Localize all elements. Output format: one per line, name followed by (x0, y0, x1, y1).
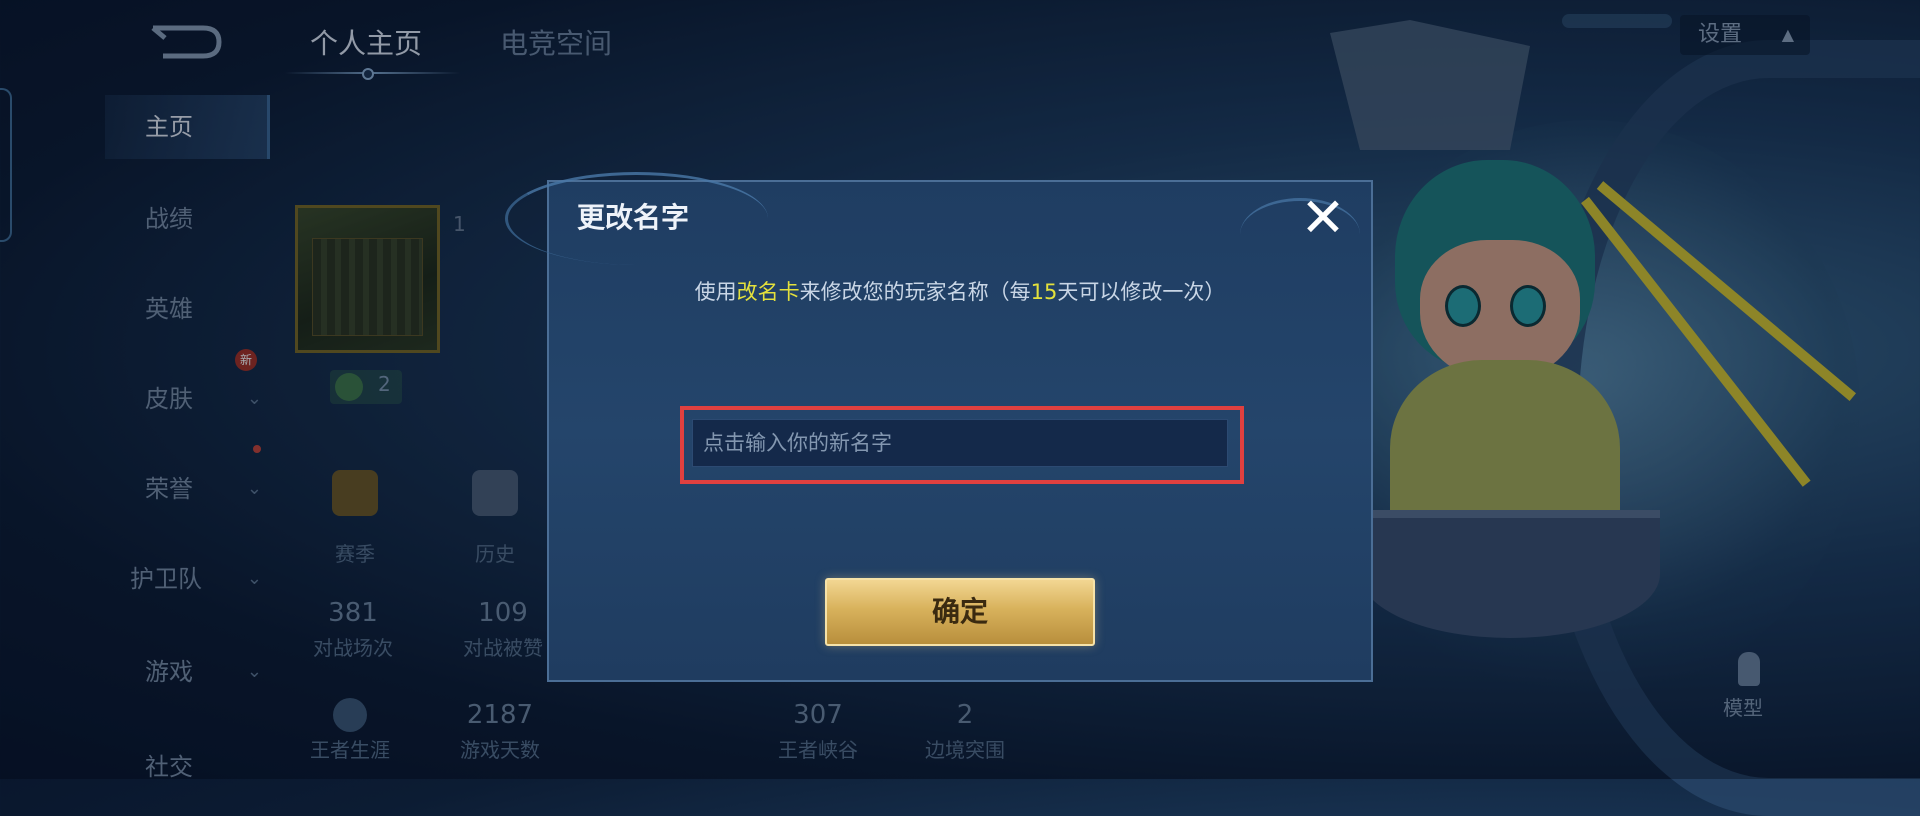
desc-middle: 来修改您的玩家名称（每 (799, 280, 1031, 304)
new-name-input[interactable] (692, 419, 1228, 467)
days-highlight: 15 (1030, 280, 1058, 304)
close-icon[interactable]: ✕ (1295, 190, 1351, 246)
dialog-description: 使用改名卡来修改您的玩家名称（每15天可以修改一次） (547, 276, 1373, 306)
confirm-button[interactable]: 确定 (825, 578, 1095, 646)
rename-card-highlight: 改名卡 (736, 280, 800, 304)
dialog-title: 更改名字 (577, 201, 690, 234)
desc-prefix: 使用 (694, 280, 737, 304)
desc-suffix: 天可以修改一次） (1057, 280, 1226, 304)
